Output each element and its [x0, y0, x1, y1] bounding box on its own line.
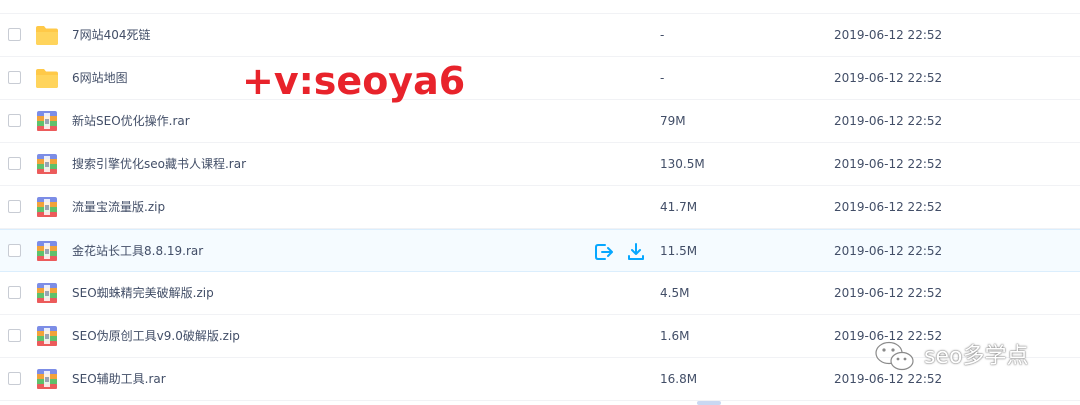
- share-icon[interactable]: [594, 242, 614, 262]
- file-size: 41.7M: [660, 200, 698, 214]
- file-date: 2019-06-12 22:52: [834, 244, 943, 258]
- row-checkbox[interactable]: [8, 372, 21, 385]
- archive-icon: [37, 154, 57, 174]
- archive-icon: [37, 197, 57, 217]
- row-checkbox[interactable]: [8, 244, 21, 257]
- scrollbar-thumb[interactable]: [697, 401, 721, 405]
- file-row[interactable]: 新站SEO优化操作.rar 79M 2019-06-12 22:52: [0, 100, 1080, 143]
- file-size: 130.5M: [660, 157, 705, 171]
- row-checkbox[interactable]: [8, 71, 21, 84]
- file-size: 16.8M: [660, 372, 698, 386]
- file-date: 2019-06-12 22:52: [834, 28, 943, 42]
- folder-icon: [36, 26, 58, 45]
- archive-icon: [37, 241, 57, 261]
- file-row[interactable]: 6网站地图 - 2019-06-12 22:52: [0, 57, 1080, 100]
- file-name[interactable]: SEO辅助工具.rar: [72, 370, 166, 388]
- archive-icon: [37, 326, 57, 346]
- row-checkbox[interactable]: [8, 28, 21, 41]
- file-row[interactable]: SEO蜘蛛精完美破解版.zip 4.5M 2019-06-12 22:52: [0, 272, 1080, 315]
- file-name[interactable]: SEO蜘蛛精完美破解版.zip: [72, 284, 214, 302]
- file-row-hovered[interactable]: 金花站长工具8.8.19.rar 11.5M 2019-06-12 22:52: [0, 229, 1080, 272]
- folder-icon: [36, 69, 58, 88]
- file-date: 2019-06-12 22:52: [834, 157, 943, 171]
- watermark-text: +v:seoya6: [242, 59, 466, 103]
- file-name[interactable]: 7网站404死链: [72, 26, 151, 44]
- file-date: 2019-06-12 22:52: [834, 200, 943, 214]
- file-name[interactable]: 6网站地图: [72, 69, 128, 87]
- file-name[interactable]: 搜索引擎优化seo藏书人课程.rar: [72, 155, 246, 173]
- download-icon[interactable]: [626, 242, 646, 262]
- file-size: 79M: [660, 114, 686, 128]
- file-size: -: [660, 71, 665, 85]
- file-size: -: [660, 28, 665, 42]
- file-row[interactable]: 7网站404死链 - 2019-06-12 22:52: [0, 14, 1080, 57]
- file-name[interactable]: SEO伪原创工具v9.0破解版.zip: [72, 327, 240, 345]
- file-row[interactable]: 流量宝流量版.zip 41.7M 2019-06-12 22:52: [0, 186, 1080, 229]
- file-date: 2019-06-12 22:52: [834, 114, 943, 128]
- archive-icon: [37, 369, 57, 389]
- list-top-edge: [0, 0, 1080, 14]
- file-date: 2019-06-12 22:52: [834, 71, 943, 85]
- row-checkbox[interactable]: [8, 157, 21, 170]
- account-badge: seo多学点: [872, 337, 1028, 377]
- file-name[interactable]: 流量宝流量版.zip: [72, 198, 165, 216]
- row-checkbox[interactable]: [8, 329, 21, 342]
- file-row[interactable]: 搜索引擎优化seo藏书人课程.rar 130.5M 2019-06-12 22:…: [0, 143, 1080, 186]
- row-checkbox[interactable]: [8, 114, 21, 127]
- file-name[interactable]: 新站SEO优化操作.rar: [72, 112, 190, 130]
- file-size: 4.5M: [660, 286, 690, 300]
- file-size: 1.6M: [660, 329, 690, 343]
- file-name[interactable]: 金花站长工具8.8.19.rar: [72, 242, 203, 260]
- wechat-icon: [874, 340, 914, 371]
- file-date: 2019-06-12 22:52: [834, 286, 943, 300]
- row-checkbox[interactable]: [8, 286, 21, 299]
- archive-icon: [37, 283, 57, 303]
- badge-text: seo多学点: [924, 344, 1029, 369]
- file-size: 11.5M: [660, 244, 698, 258]
- archive-icon: [37, 111, 57, 131]
- row-checkbox[interactable]: [8, 200, 21, 213]
